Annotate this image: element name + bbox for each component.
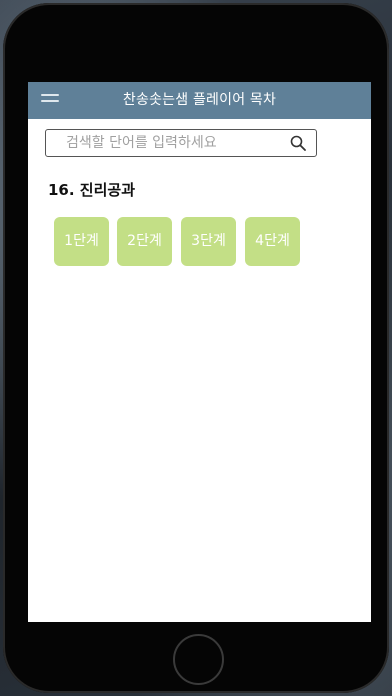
level-3-button[interactable]: 3단계	[181, 217, 236, 266]
page-title: 찬송솟는샘 플레이어 목차	[122, 92, 277, 108]
level-2-button[interactable]: 2단계	[117, 217, 172, 266]
section-title: 16. 진리공과	[48, 181, 135, 199]
app-screen: 찬송솟는샘 플레이어 목차 16. 진리공과 1단계 2단계 3단계 4단계	[28, 82, 371, 622]
app-bar: 찬송솟는샘 플레이어 목차	[28, 82, 371, 119]
search-input[interactable]	[56, 130, 291, 156]
device-frame: 찬송솟는샘 플레이어 목차 16. 진리공과 1단계 2단계 3단계 4단계	[3, 3, 389, 693]
search-icon[interactable]	[290, 135, 306, 151]
home-button[interactable]	[173, 634, 224, 685]
search-bar[interactable]	[45, 129, 317, 157]
level-1-button[interactable]: 1단계	[54, 217, 109, 266]
level-4-button[interactable]: 4단계	[245, 217, 300, 266]
